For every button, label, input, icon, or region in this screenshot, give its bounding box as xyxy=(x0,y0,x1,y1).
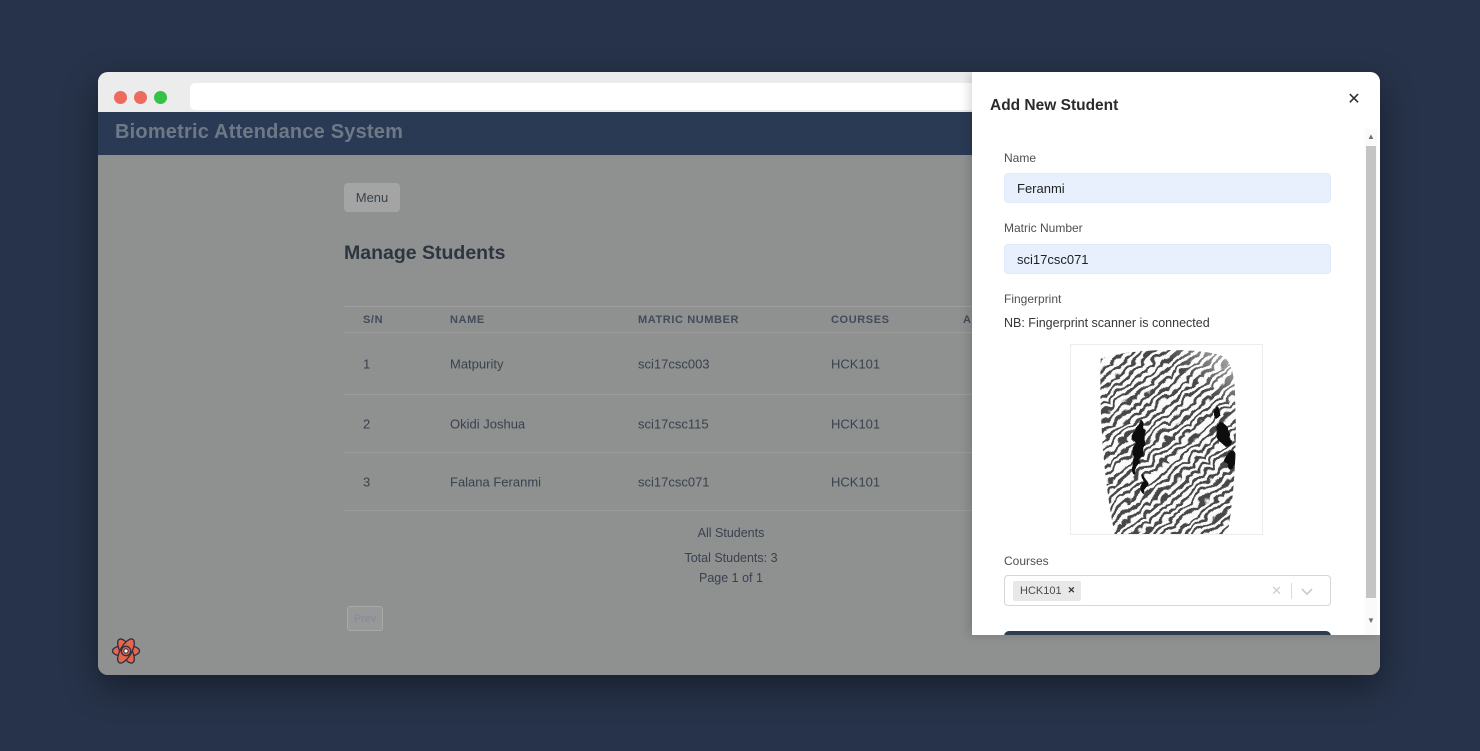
cell-name: Matpurity xyxy=(450,356,503,371)
cell-courses: HCK101 xyxy=(831,416,880,431)
scroll-up-icon[interactable]: ▲ xyxy=(1365,131,1377,143)
page-background: Biometric Attendance System Menu Manage … xyxy=(0,0,1480,751)
remove-course-icon[interactable]: ✕ xyxy=(1062,585,1082,596)
scrollbar-thumb[interactable] xyxy=(1366,146,1376,598)
cell-name: Okidi Joshua xyxy=(450,416,525,431)
cell-matric: sci17csc003 xyxy=(638,356,710,371)
react-logo-icon xyxy=(108,633,144,669)
cell-name: Falana Feranmi xyxy=(450,474,541,489)
cell-sn: 2 xyxy=(363,416,370,431)
cell-sn: 3 xyxy=(363,474,370,489)
window-minimize-icon[interactable] xyxy=(134,91,147,104)
name-label: Name xyxy=(1004,151,1036,165)
chevron-down-icon[interactable] xyxy=(1292,581,1322,601)
browser-window: Biometric Attendance System Menu Manage … xyxy=(98,72,1380,675)
add-student-modal: Add New Student ✕ Name Matric Number Fin… xyxy=(972,72,1380,635)
cell-courses: HCK101 xyxy=(831,474,880,489)
cell-sn: 1 xyxy=(363,356,370,371)
matric-number-field[interactable] xyxy=(1004,244,1331,274)
window-maximize-icon[interactable] xyxy=(154,91,167,104)
cell-matric: sci17csc115 xyxy=(638,416,709,431)
prev-page-button[interactable]: Prev xyxy=(347,606,383,631)
courses-label: Courses xyxy=(1004,554,1049,568)
menu-button[interactable]: Menu xyxy=(344,183,400,212)
fingerprint-image xyxy=(1070,344,1263,535)
courses-multiselect[interactable]: HCK101 ✕ ✕ xyxy=(1004,575,1331,606)
cell-courses: HCK101 xyxy=(831,356,880,371)
window-close-icon[interactable] xyxy=(114,91,127,104)
window-controls xyxy=(114,91,167,104)
fingerprint-label: Fingerprint xyxy=(1004,292,1061,306)
app-title: Biometric Attendance System xyxy=(115,112,403,155)
cell-matric: sci17csc071 xyxy=(638,474,710,489)
submit-button[interactable] xyxy=(1004,631,1331,635)
col-header-name: NAME xyxy=(450,314,485,326)
name-field[interactable] xyxy=(1004,173,1331,203)
course-chip: HCK101 ✕ xyxy=(1013,581,1081,601)
close-icon[interactable]: ✕ xyxy=(1342,87,1366,111)
page-title: Manage Students xyxy=(344,242,505,265)
clear-all-icon[interactable]: ✕ xyxy=(1262,583,1291,599)
modal-scrollbar[interactable]: ▲ ▼ xyxy=(1365,129,1377,635)
col-header-courses: COURSES xyxy=(831,314,890,326)
modal-title: Add New Student xyxy=(990,97,1118,115)
fingerprint-scanner-note: NB: Fingerprint scanner is connected xyxy=(1004,316,1210,330)
scroll-down-icon[interactable]: ▼ xyxy=(1365,615,1377,627)
col-header-matric: MATRIC NUMBER xyxy=(638,314,739,326)
col-header-sn: S/N xyxy=(363,314,383,326)
course-chip-label: HCK101 xyxy=(1020,585,1062,597)
matric-number-label: Matric Number xyxy=(1004,221,1083,235)
